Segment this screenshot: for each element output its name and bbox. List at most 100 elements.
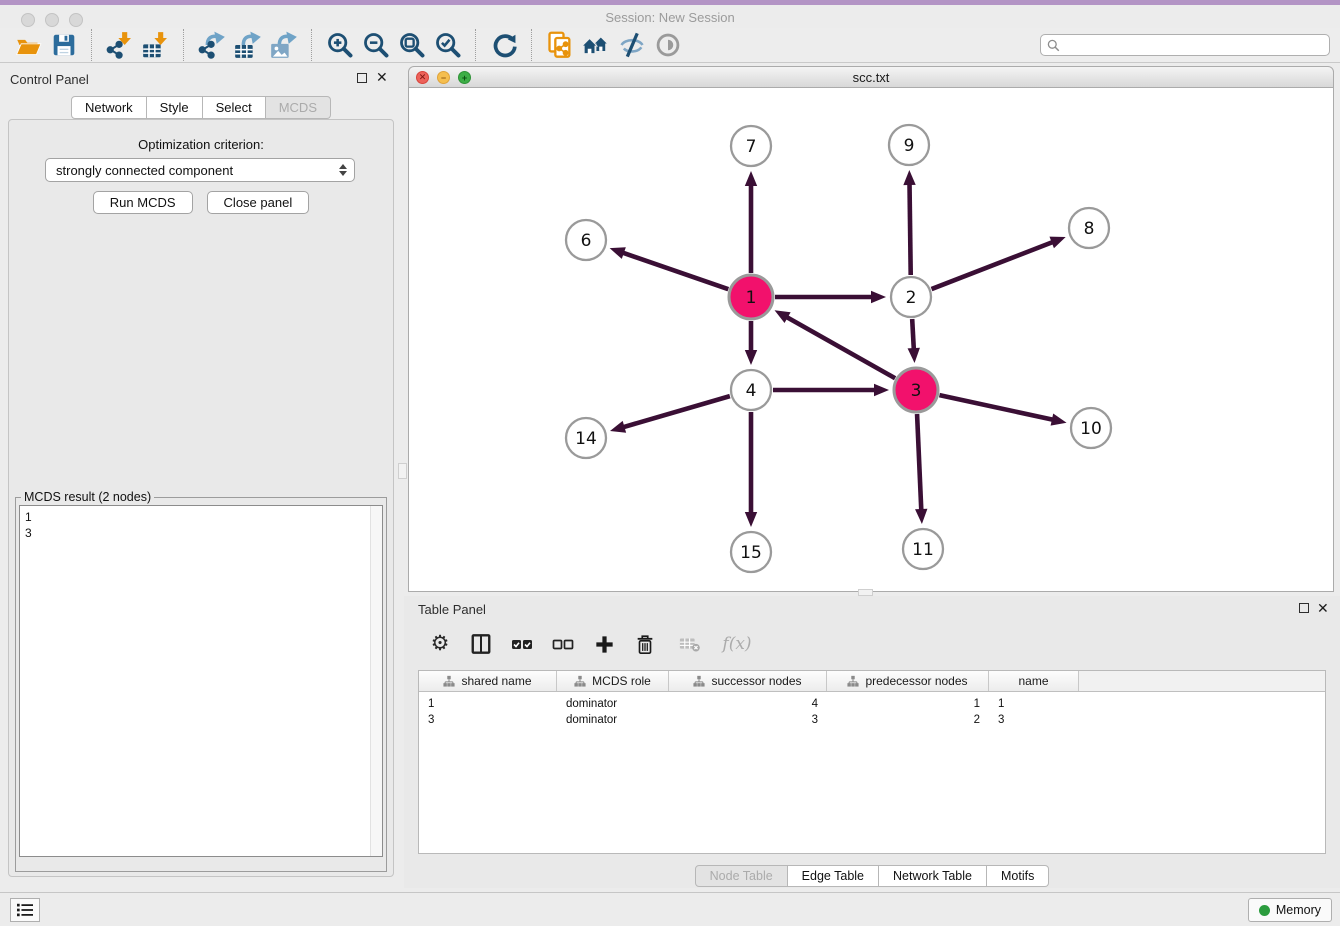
close-table-panel-button[interactable]: ✕ <box>1317 602 1329 614</box>
fit-content-button[interactable] <box>397 30 427 60</box>
edge-arrowhead-icon <box>745 512 757 527</box>
style-eye-icon <box>618 31 646 59</box>
column-header-predecessor-nodes[interactable]: predecessor nodes <box>827 671 989 691</box>
table-cell[interactable]: 3 <box>419 714 557 726</box>
float-table-panel-button[interactable] <box>1299 603 1309 613</box>
toggle-visibility-button[interactable] <box>653 30 683 60</box>
toolbar-separator <box>183 29 185 61</box>
columns-icon <box>470 633 492 655</box>
table-toolbar: ⚙ <box>418 624 1326 664</box>
column-header-successor-nodes[interactable]: successor nodes <box>669 671 827 691</box>
open-folder-icon <box>15 32 42 59</box>
column-header-shared-name[interactable]: shared name <box>419 671 557 691</box>
table-cell[interactable]: 3 <box>669 714 827 726</box>
graph-edge[interactable] <box>912 319 914 351</box>
table-cell[interactable]: dominator <box>557 714 669 726</box>
table-cell[interactable]: 1 <box>419 698 557 710</box>
table-header-row: shared name MCDS role successor nodes pr… <box>419 671 1325 692</box>
export-image-button[interactable] <box>269 30 299 60</box>
delete-table-icon <box>678 633 702 655</box>
graph-edge[interactable] <box>909 182 910 275</box>
network-search-field[interactable] <box>1040 34 1330 56</box>
export-network-button[interactable] <box>197 30 227 60</box>
close-panel-button[interactable]: ✕ <box>376 71 388 83</box>
select-all-rows-button[interactable] <box>508 630 536 658</box>
tab-node-table[interactable]: Node Table <box>695 865 788 887</box>
graph-edge[interactable] <box>785 316 895 378</box>
zoom-in-icon <box>326 31 354 59</box>
criterion-value: strongly connected component <box>56 163 233 178</box>
close-panel-button-mcds[interactable]: Close panel <box>207 191 310 214</box>
node-table[interactable]: shared name MCDS role successor nodes pr… <box>418 670 1326 854</box>
table-cell[interactable]: 1 <box>827 698 989 710</box>
deselect-all-icon <box>551 632 575 656</box>
table-row[interactable]: 3dominator323 <box>419 712 1325 728</box>
deselect-all-rows-button[interactable] <box>549 630 577 658</box>
table-cell[interactable]: dominator <box>557 698 669 710</box>
table-cell[interactable]: 1 <box>989 698 1079 710</box>
graph-edge[interactable] <box>622 396 730 428</box>
network-canvas[interactable]: 7968124314101511 <box>408 88 1334 592</box>
graph-edge[interactable] <box>917 414 921 512</box>
table-cell[interactable]: 2 <box>827 714 989 726</box>
column-header-name[interactable]: name <box>989 671 1079 691</box>
tab-network[interactable]: Network <box>71 96 147 119</box>
delete-column-button[interactable] <box>631 630 659 658</box>
export-network-icon <box>198 31 226 59</box>
dropdown-stepper-icon <box>339 164 347 176</box>
column-header-mcds-role[interactable]: MCDS role <box>557 671 669 691</box>
add-column-button[interactable] <box>590 630 618 658</box>
memory-status-icon <box>1259 905 1270 916</box>
memory-button[interactable]: Memory <box>1248 898 1332 922</box>
zoom-in-button[interactable] <box>325 30 355 60</box>
table-panel-titlebar: Table Panel ✕ <box>404 600 1340 620</box>
vertical-splitter-grip[interactable] <box>398 463 407 479</box>
edge-arrowhead-icon <box>871 291 886 303</box>
export-image-icon <box>270 31 298 59</box>
mcds-result-title: MCDS result (2 nodes) <box>21 490 154 504</box>
column-chooser-button[interactable] <box>467 630 495 658</box>
control-panel-titlebar: Control Panel ✕ <box>0 70 402 90</box>
tab-select[interactable]: Select <box>203 96 266 119</box>
home-layout-button[interactable] <box>581 30 611 60</box>
control-panel-title: Control Panel <box>10 72 89 87</box>
open-session-button[interactable] <box>13 30 43 60</box>
import-table-button[interactable] <box>141 30 171 60</box>
tab-style[interactable]: Style <box>147 96 203 119</box>
optimization-criterion-label: Optimization criterion: <box>9 137 393 152</box>
refresh-button[interactable] <box>489 30 519 60</box>
edge-arrowhead-icon <box>745 350 757 365</box>
import-table-icon <box>142 31 170 59</box>
horizontal-splitter-grip[interactable] <box>858 589 873 596</box>
float-panel-button[interactable] <box>357 73 367 83</box>
run-mcds-button[interactable]: Run MCDS <box>93 191 193 214</box>
graph-edge[interactable] <box>932 241 1055 289</box>
zoom-out-icon <box>362 31 390 59</box>
network-window-titlebar[interactable]: ✕ − + scc.txt <box>408 66 1334 88</box>
zoom-out-button[interactable] <box>361 30 391 60</box>
save-session-button[interactable] <box>49 30 79 60</box>
table-cell[interactable]: 4 <box>669 698 827 710</box>
duplicate-network-view-button[interactable] <box>545 30 575 60</box>
export-table-button[interactable] <box>233 30 263 60</box>
graph-edge[interactable] <box>939 395 1054 420</box>
criterion-dropdown[interactable]: strongly connected component <box>45 158 355 182</box>
mcds-tab-content: Optimization criterion: strongly connect… <box>8 119 394 877</box>
tab-motifs[interactable]: Motifs <box>987 865 1049 887</box>
table-cell[interactable]: 3 <box>989 714 1079 726</box>
table-row[interactable]: 1dominator411 <box>419 696 1325 712</box>
zoom-selected-button[interactable] <box>433 30 463 60</box>
tab-network-table[interactable]: Network Table <box>879 865 987 887</box>
search-input[interactable] <box>1065 37 1323 53</box>
network-graph[interactable]: 7968124314101511 <box>409 88 1333 590</box>
tab-mcds[interactable]: MCDS <box>266 96 331 119</box>
table-settings-button[interactable]: ⚙ <box>426 630 454 658</box>
import-network-button[interactable] <box>105 30 135 60</box>
graph-edge[interactable] <box>621 252 728 289</box>
tab-edge-table[interactable]: Edge Table <box>788 865 879 887</box>
show-log-button[interactable] <box>10 898 40 922</box>
mcds-result-list[interactable]: 13 <box>19 505 383 857</box>
show-style-button[interactable] <box>617 30 647 60</box>
result-scrollbar[interactable] <box>370 506 382 856</box>
header-filler <box>1079 671 1325 691</box>
